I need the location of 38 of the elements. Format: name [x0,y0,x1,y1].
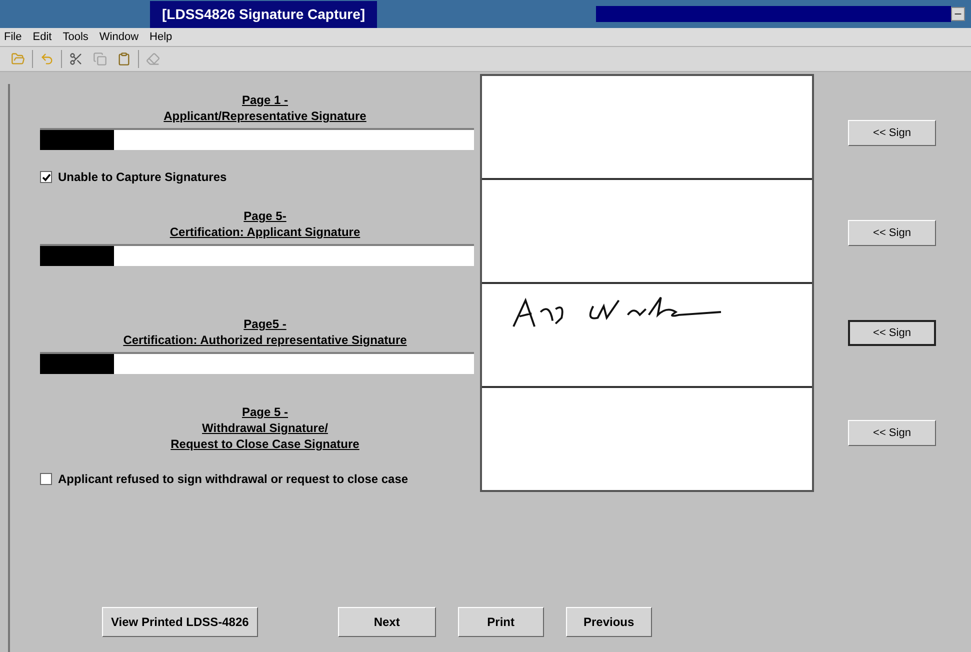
action-button[interactable]: Next [338,607,436,637]
menu-item[interactable]: Help [150,28,172,46]
section-heading: Page 1 - [240,92,290,108]
section-heading: Page 5- [242,208,288,224]
action-button[interactable]: Print [458,607,544,637]
section-heading: Request to Close Case Signature [170,436,360,452]
sign-button[interactable]: << Sign [848,220,936,246]
action-button[interactable]: View Printed LDSS-4826 [102,607,258,637]
folder-icon [11,52,25,66]
window-title: [LDSS4826 Signature Capture] [150,0,378,28]
section-heading: Withdrawal Signature/ [201,420,329,436]
text-field[interactable] [40,352,474,374]
eraser-icon [146,52,160,66]
section-heading: Applicant/Representative Signature [162,108,368,124]
section-heading: Page 5 - [240,404,290,420]
section-heading: Certification: Authorized representative Signature [122,332,408,348]
minimize-button[interactable] [951,7,965,21]
sign-button[interactable]: << Sign [848,420,936,446]
curved-arrow-icon [40,52,54,66]
scissors-icon [69,52,83,66]
sign-button[interactable]: << Sign [848,320,936,346]
clipboard-icon [117,52,131,66]
copy-icon [93,52,107,66]
checkbox-label: Applicant refused to sign withdrawal or request to close case [58,471,408,488]
signature-pad[interactable] [480,74,814,492]
section-heading: Certification: Applicant Signature [168,224,362,240]
menu-item[interactable]: Tools [62,28,88,46]
menu-item[interactable]: Window [99,28,139,46]
menu-item[interactable]: File [4,28,22,46]
text-field[interactable] [40,244,474,266]
action-button[interactable]: Previous [566,607,652,637]
text-field[interactable] [40,128,474,150]
sign-button[interactable]: << Sign [848,120,936,146]
menu-item[interactable]: Edit [32,28,52,46]
checkbox[interactable] [40,171,52,183]
checkbox[interactable] [40,473,52,485]
section-heading: Page5 - [242,316,288,332]
checkbox-label: Unable to Capture Signatures [58,169,227,186]
